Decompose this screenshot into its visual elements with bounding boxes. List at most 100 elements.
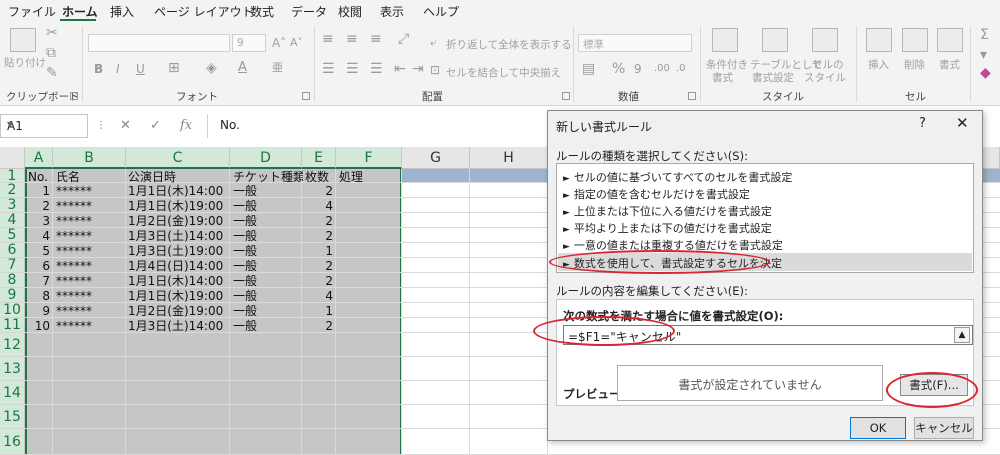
percent-icon[interactable]: % bbox=[612, 62, 625, 76]
row-header-4[interactable]: 4 bbox=[0, 213, 25, 228]
menu-home[interactable]: ホーム bbox=[62, 3, 98, 20]
cell-style-icon[interactable] bbox=[812, 28, 838, 52]
menu-help[interactable]: ヘルプ bbox=[423, 3, 459, 20]
paste-icon[interactable] bbox=[10, 28, 36, 52]
cancel-button[interactable]: キャンセル bbox=[914, 417, 974, 439]
orientation-icon[interactable]: ⤢ bbox=[398, 32, 409, 46]
format-painter-icon[interactable]: ✎ bbox=[46, 66, 58, 80]
align-left-icon[interactable]: ☰ bbox=[322, 62, 335, 76]
decrease-indent-icon[interactable]: ⇤ bbox=[394, 62, 406, 76]
table-cell[interactable]: ****** bbox=[56, 199, 124, 213]
cell-style-label-2[interactable]: スタイル bbox=[804, 70, 846, 85]
wrap-text-button[interactable]: 折り返して全体を表示する bbox=[446, 37, 572, 52]
delete-cells-label[interactable]: 削除 bbox=[904, 57, 925, 72]
font-shrink-icon[interactable]: A˅ bbox=[290, 36, 303, 49]
font-size-box[interactable]: 9 bbox=[232, 34, 266, 52]
select-all-corner[interactable] bbox=[0, 147, 25, 169]
table-cell[interactable]: 3 bbox=[28, 214, 50, 228]
comma-icon[interactable]: 9 bbox=[634, 62, 642, 76]
row-header-8[interactable]: 8 bbox=[0, 273, 25, 288]
row-header-10[interactable]: 10 bbox=[0, 303, 25, 318]
table-cell[interactable]: 7 bbox=[28, 274, 50, 288]
table-cell[interactable]: 1月1日(木)19:00 bbox=[128, 289, 228, 303]
table-cell[interactable]: ****** bbox=[56, 214, 124, 228]
table-cell[interactable]: 1月3日(土)19:00 bbox=[128, 244, 228, 258]
clipboard-launcher-icon[interactable] bbox=[70, 92, 78, 100]
table-cell[interactable]: 5 bbox=[28, 244, 50, 258]
menu-review[interactable]: 校閲 bbox=[338, 3, 362, 20]
menu-data[interactable]: データ bbox=[291, 3, 327, 20]
table-cell[interactable]: ****** bbox=[56, 244, 124, 258]
name-box[interactable]: A1 ▼ bbox=[0, 114, 88, 138]
table-cell[interactable]: ****** bbox=[56, 304, 124, 318]
rule-type-item[interactable]: ► 上位または下位に入る値だけを書式設定 bbox=[563, 203, 772, 219]
cut-icon[interactable]: ✂ bbox=[46, 26, 58, 40]
table-cell[interactable]: 一般 bbox=[233, 214, 303, 228]
table-cell[interactable]: 一般 bbox=[233, 289, 303, 303]
align-top-icon[interactable]: ≡ bbox=[322, 32, 334, 46]
align-center-icon[interactable]: ☰ bbox=[346, 62, 359, 76]
menu-page-layout[interactable]: ページ レイアウト bbox=[154, 3, 254, 20]
font-color-icon[interactable]: A bbox=[238, 61, 247, 75]
column-header-c[interactable]: C bbox=[126, 147, 230, 169]
rule-type-item[interactable]: ► 平均より上または下の値だけを書式設定 bbox=[563, 220, 772, 236]
table-cell[interactable]: 2 bbox=[305, 274, 333, 288]
rule-type-list[interactable]: ► セルの値に基づいてすべてのセルを書式設定 ► 指定の値を含むセルだけを書式設定 … bbox=[556, 163, 974, 273]
delete-cells-icon[interactable] bbox=[902, 28, 928, 52]
table-cell[interactable]: 4 bbox=[28, 229, 50, 243]
currency-icon[interactable]: ▤ bbox=[582, 62, 595, 76]
rule-type-item[interactable]: ► 指定の値を含むセルだけを書式設定 bbox=[563, 186, 750, 202]
table-cell[interactable]: 1月4日(日)14:00 bbox=[128, 259, 228, 273]
table-header-cell[interactable]: 氏名 bbox=[56, 170, 124, 184]
bold-icon[interactable]: B bbox=[94, 62, 103, 76]
insert-cells-label[interactable]: 挿入 bbox=[868, 57, 889, 72]
row-header-5[interactable]: 5 bbox=[0, 228, 25, 243]
table-cell[interactable]: 2 bbox=[305, 319, 333, 333]
column-header-h[interactable]: H bbox=[470, 147, 548, 169]
table-cell[interactable]: 1月2日(金)19:00 bbox=[128, 304, 228, 318]
row-header-16[interactable]: 16 bbox=[0, 429, 25, 455]
table-cell[interactable]: 1月1日(木)14:00 bbox=[128, 184, 228, 198]
table-header-cell[interactable]: 公演日時 bbox=[128, 170, 228, 184]
format-button[interactable]: 書式(F)... bbox=[900, 374, 968, 396]
row-header-13[interactable]: 13 bbox=[0, 357, 25, 381]
help-icon[interactable]: ? bbox=[919, 116, 926, 131]
menu-view[interactable]: 表示 bbox=[380, 3, 404, 20]
table-cell[interactable]: ****** bbox=[56, 289, 124, 303]
table-cell[interactable]: ****** bbox=[56, 184, 124, 198]
fill-color-icon[interactable]: ◈ bbox=[206, 61, 217, 75]
table-cell[interactable]: ****** bbox=[56, 259, 124, 273]
table-cell[interactable]: 一般 bbox=[233, 304, 303, 318]
row-header-9[interactable]: 9 bbox=[0, 288, 25, 303]
table-header-cell[interactable]: 処理 bbox=[339, 170, 399, 184]
table-cell[interactable]: 1月2日(金)19:00 bbox=[128, 214, 228, 228]
row-header-14[interactable]: 14 bbox=[0, 381, 25, 405]
row-header-12[interactable]: 12 bbox=[0, 333, 25, 357]
table-cell[interactable]: 1月1日(木)19:00 bbox=[128, 199, 228, 213]
format-cells-icon[interactable] bbox=[937, 28, 963, 52]
table-cell[interactable]: 1月3日(土)14:00 bbox=[128, 319, 228, 333]
chevron-down-icon[interactable]: ▼ bbox=[7, 120, 83, 129]
table-cell[interactable]: 1 bbox=[305, 304, 333, 318]
column-header-f[interactable]: F bbox=[336, 147, 402, 169]
table-cell[interactable]: 4 bbox=[305, 289, 333, 303]
decrease-decimal-icon[interactable]: .0 bbox=[676, 62, 686, 76]
table-cell[interactable]: 4 bbox=[305, 199, 333, 213]
collapse-dialog-icon[interactable]: ▲ bbox=[954, 327, 970, 343]
align-right-icon[interactable]: ☰ bbox=[370, 62, 383, 76]
ok-button[interactable]: OK bbox=[850, 417, 906, 439]
table-cell[interactable]: 2 bbox=[305, 184, 333, 198]
row-header-1[interactable]: 1 bbox=[0, 169, 25, 183]
column-header-b[interactable]: B bbox=[53, 147, 126, 169]
menu-file[interactable]: ファイル bbox=[8, 3, 56, 20]
menu-insert[interactable]: 挿入 bbox=[110, 3, 134, 20]
table-cell[interactable]: 一般 bbox=[233, 259, 303, 273]
rule-formula-input[interactable]: =$F1="キャンセル" ▲ bbox=[563, 325, 973, 345]
cancel-entry-icon[interactable]: ✕ bbox=[120, 118, 131, 133]
row-header-2[interactable]: 2 bbox=[0, 183, 25, 198]
increase-decimal-icon[interactable]: .00 bbox=[654, 62, 670, 76]
table-cell[interactable]: 一般 bbox=[233, 274, 303, 288]
column-header-g[interactable]: G bbox=[402, 147, 470, 169]
phonetic-icon[interactable]: 亜 bbox=[272, 61, 283, 75]
row-header-6[interactable]: 6 bbox=[0, 243, 25, 258]
